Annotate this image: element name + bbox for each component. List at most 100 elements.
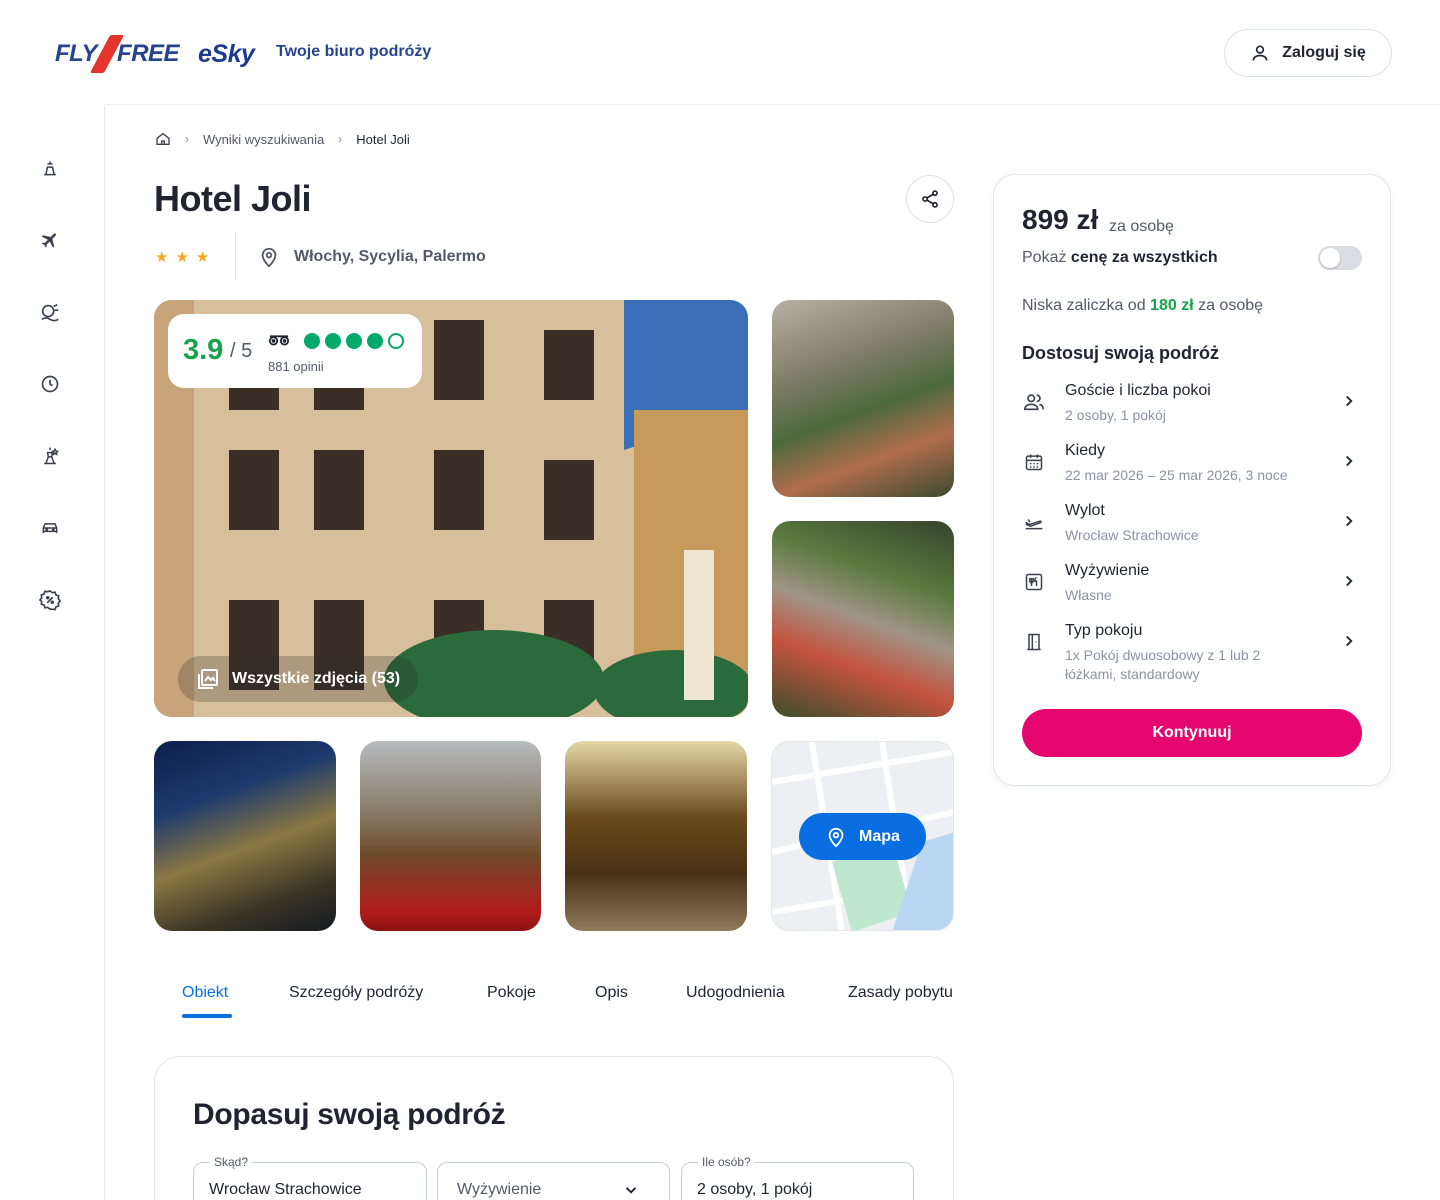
customize-title: Dostosuj swoją podróż (1022, 343, 1220, 363)
map-label: Mapa (859, 827, 900, 845)
guests-field[interactable]: Ile osób? 2 osoby, 1 pokój (681, 1155, 914, 1200)
star-icon: ★ (175, 249, 189, 266)
chevron-right-icon: › (338, 132, 343, 146)
sidebar (0, 105, 105, 1200)
option-title: Goście i liczba pokoi (1065, 382, 1211, 399)
chevron-right-icon: › (185, 132, 189, 146)
chevron-right-icon (1346, 395, 1353, 407)
chevron-right-icon (1346, 575, 1353, 587)
deposit-amount: 180 zł (1150, 297, 1194, 314)
option-subtitle: 22 mar 2026 – 25 mar 2026, 3 noce (1065, 467, 1288, 483)
tab-udogodnienia[interactable]: Udogodnienia (686, 984, 785, 1002)
breadcrumb-search-results[interactable]: Wyniki wyszukiwania (203, 132, 324, 147)
esky-logo[interactable]: eSky (198, 36, 255, 72)
chevron-right-icon (1346, 515, 1353, 527)
bubble-filled-icon (367, 333, 383, 349)
calendar-icon (1022, 450, 1046, 474)
home-icon[interactable] (155, 131, 171, 147)
deposit-prefix: Niska zaliczka od (1022, 297, 1151, 314)
departure-field-value: Wrocław Strachowice (209, 1181, 362, 1198)
section-tabs: Obiekt Szczegóły podróży Pokoje Opis Udo… (154, 974, 954, 1022)
plane-icon[interactable] (38, 228, 62, 252)
logo-free-text: FREE (117, 40, 180, 67)
bubble-filled-icon (304, 333, 320, 349)
option-room-type[interactable]: Typ pokoju 1x Pokój dwuosobowy z 1 lub 2… (1022, 622, 1362, 686)
departure-field[interactable]: Skąd? Wrocław Strachowice (193, 1155, 427, 1200)
price-per-person: za osobę (1109, 218, 1174, 235)
option-subtitle: 1x Pokój dwuosobowy z 1 lub 2 łóżkami, s… (1065, 647, 1261, 682)
tab-opis[interactable]: Opis (595, 984, 628, 1002)
header: FLY FREE eSky Twoje biuro podróży Zalogu… (0, 0, 1440, 105)
share-button[interactable] (906, 175, 954, 223)
option-title: Wyżywienie (1065, 562, 1150, 579)
option-subtitle: Własne (1065, 587, 1112, 603)
logo-fly-text: FLY (55, 40, 98, 67)
esky-logo-text: eSky (198, 39, 255, 68)
show-total-toggle[interactable] (1318, 246, 1362, 270)
meal-select[interactable]: Wyżywienie (437, 1162, 670, 1200)
door-icon (1022, 630, 1046, 654)
all-photos-button[interactable]: Wszystkie zdjęcia (53) (178, 656, 419, 702)
toggle-knob (1320, 248, 1340, 268)
location-text: Włochy, Sycylia, Palermo (294, 248, 486, 265)
map-button[interactable]: Mapa (799, 813, 926, 860)
photo-courtyard-top[interactable] (772, 300, 954, 497)
island-icon[interactable] (38, 300, 62, 324)
tab-zasady-pobytu[interactable]: Zasady pobytu (848, 984, 953, 1002)
rating-scale: / 5 (230, 340, 253, 362)
show-total-prefix: Pokaż (1022, 249, 1071, 266)
login-button[interactable]: Zaloguj się (1224, 29, 1392, 77)
option-meal[interactable]: Wyżywienie Własne (1022, 562, 1362, 610)
discount-icon[interactable] (38, 588, 62, 612)
tab-szczegoly-podrozy[interactable]: Szczegóły podróży (289, 984, 423, 1002)
header-divider (105, 104, 1440, 105)
all-photos-label: Wszystkie zdjęcia (53) (232, 670, 401, 687)
beach-icon[interactable] (38, 156, 62, 180)
tagline: Twoje biuro podróży (276, 43, 432, 60)
landmark-icon[interactable] (38, 444, 62, 468)
rating-score: 3.9 (183, 334, 224, 366)
gallery-icon (198, 669, 218, 689)
option-title: Kiedy (1065, 442, 1106, 459)
car-icon[interactable] (38, 516, 62, 540)
meal-select-placeholder: Wyżywienie (457, 1181, 542, 1198)
tab-obiekt[interactable]: Obiekt (182, 984, 228, 1002)
tab-pokoje[interactable]: Pokoje (487, 984, 536, 1002)
review-count: 881 opinii (268, 359, 324, 374)
photo-courtyard-terrace[interactable] (772, 521, 954, 717)
option-departure[interactable]: Wylot Wrocław Strachowice (1022, 502, 1362, 550)
guests-field-value: 2 osoby, 1 pokój (697, 1181, 813, 1198)
bubble-filled-icon (346, 333, 362, 349)
deposit-suffix: za osobę (1193, 297, 1264, 314)
active-tab-indicator (182, 1014, 232, 1018)
hotel-location[interactable]: Włochy, Sycylia, Palermo (258, 246, 486, 268)
photo-entrance[interactable] (360, 741, 541, 931)
clock-icon[interactable] (38, 372, 62, 396)
option-dates[interactable]: Kiedy 22 mar 2026 – 25 mar 2026, 3 noce (1022, 442, 1362, 490)
location-pin-icon (828, 827, 844, 847)
continue-button[interactable]: Kontynuuj (1022, 709, 1362, 757)
flyfree-logo[interactable]: FLY FREE (55, 35, 180, 73)
hotel-stars: ★ ★ ★ (155, 248, 209, 266)
share-icon (922, 190, 938, 208)
option-guests[interactable]: Goście i liczba pokoi 2 osoby, 1 pokój (1022, 382, 1362, 430)
bubble-empty-icon (388, 333, 404, 349)
chevron-right-icon (1346, 455, 1353, 467)
photo-reception[interactable] (565, 741, 747, 931)
rating-card[interactable]: 3.9 / 5 881 opinii (168, 314, 422, 388)
rating-bubbles (304, 333, 404, 349)
show-total-bold: cenę za wszystkich (1070, 249, 1218, 266)
chevron-right-icon (1346, 635, 1353, 647)
divider (235, 233, 236, 281)
option-title: Typ pokoju (1065, 622, 1143, 639)
departure-icon (1022, 510, 1046, 534)
option-title: Wylot (1065, 502, 1105, 519)
bubble-filled-icon (325, 333, 341, 349)
star-icon: ★ (155, 249, 169, 266)
user-icon (1252, 45, 1268, 61)
photo-facade-night[interactable] (154, 741, 336, 931)
show-total-label: Pokaż cenę za wszystkich (1022, 249, 1218, 267)
adjust-trip-title: Dopasuj swoją podróż (193, 1098, 506, 1131)
option-subtitle: 2 osoby, 1 pokój (1065, 407, 1166, 423)
star-icon: ★ (195, 249, 210, 266)
